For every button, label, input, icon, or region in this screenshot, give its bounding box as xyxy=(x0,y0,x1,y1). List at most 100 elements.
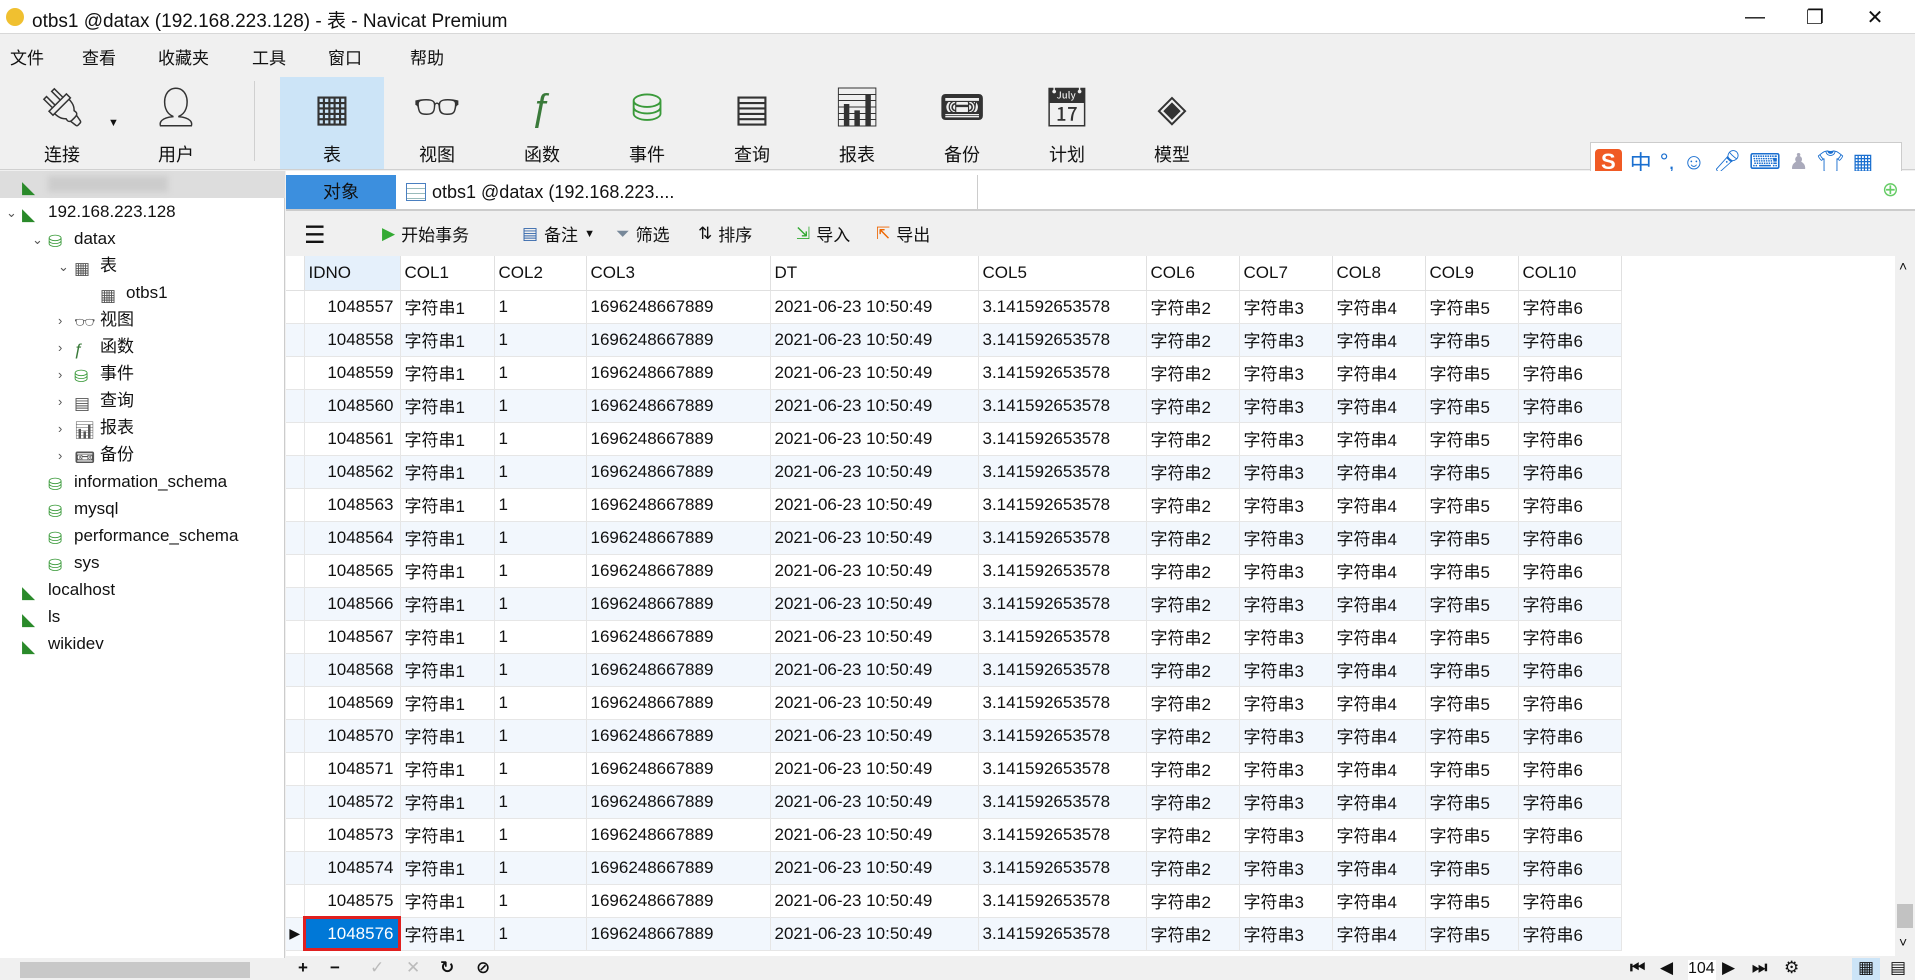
menu-0[interactable]: 文件 xyxy=(10,44,44,69)
table-cell[interactable]: 字符串5 xyxy=(1425,554,1519,588)
column-header[interactable]: IDNO xyxy=(304,256,401,291)
toolbar-view-button[interactable]: 👓︎ 视图 xyxy=(385,77,489,169)
table-cell[interactable]: 字符串6 xyxy=(1518,356,1622,390)
table-cell[interactable]: 字符串6 xyxy=(1518,521,1622,555)
row-marker[interactable] xyxy=(286,785,305,819)
table-cell[interactable]: 字符串4 xyxy=(1332,587,1426,621)
table-cell[interactable]: 字符串4 xyxy=(1332,917,1426,951)
table-cell[interactable]: 1048564 xyxy=(304,521,401,555)
table-cell[interactable]: 1696248667889 xyxy=(586,917,771,951)
column-header[interactable]: COL2 xyxy=(494,256,587,291)
table-cell[interactable]: 字符串1 xyxy=(400,752,495,786)
table-cell[interactable]: 字符串4 xyxy=(1332,785,1426,819)
first-page-icon[interactable]: ⏮ xyxy=(1630,958,1645,978)
table-cell[interactable]: 2021-06-23 10:50:49 xyxy=(770,323,979,357)
stop-icon[interactable]: ⊘ xyxy=(476,958,490,978)
table-cell[interactable]: 1696248667889 xyxy=(586,422,771,456)
table-cell[interactable]: 1048570 xyxy=(304,719,401,753)
table-cell[interactable]: 3.141592653578 xyxy=(978,323,1147,357)
dropdown-arrow-icon[interactable]: ▼ xyxy=(584,228,595,240)
table-cell[interactable]: 字符串3 xyxy=(1239,422,1333,456)
table-cell[interactable]: 字符串2 xyxy=(1146,389,1240,423)
table-cell[interactable]: 1696248667889 xyxy=(586,785,771,819)
table-cell[interactable]: 字符串1 xyxy=(400,719,495,753)
table-cell[interactable]: 1696248667889 xyxy=(586,851,771,885)
table-cell[interactable]: 字符串6 xyxy=(1518,818,1622,852)
table-cell[interactable]: 字符串5 xyxy=(1425,389,1519,423)
table-cell[interactable]: 字符串4 xyxy=(1332,719,1426,753)
chevron-right-icon[interactable]: › xyxy=(58,415,74,442)
last-page-icon[interactable]: ⏭ xyxy=(1752,958,1767,978)
row-marker[interactable] xyxy=(286,389,305,423)
table-cell[interactable]: 字符串5 xyxy=(1425,455,1519,489)
minimize-button[interactable]: — xyxy=(1725,0,1785,34)
table-cell[interactable]: 字符串2 xyxy=(1146,455,1240,489)
table-cell[interactable]: 字符串4 xyxy=(1332,653,1426,687)
table-row[interactable]: 1048558 字符串1 1 1696248667889 2021-06-23 10:5… xyxy=(286,323,1622,357)
row-marker[interactable] xyxy=(286,686,305,720)
column-header[interactable]: DT xyxy=(770,256,979,291)
toolbar-function-button[interactable]: ƒ 函数 xyxy=(490,77,594,169)
table-cell[interactable]: 字符串1 xyxy=(400,620,495,654)
table-cell[interactable]: 3.141592653578 xyxy=(978,917,1147,951)
table-cell[interactable]: 字符串4 xyxy=(1332,884,1426,918)
table-cell[interactable]: 字符串2 xyxy=(1146,323,1240,357)
page-input[interactable]: 104 xyxy=(1688,960,1716,980)
table-cell[interactable]: 字符串4 xyxy=(1332,851,1426,885)
table-cell[interactable]: 1 xyxy=(494,488,587,522)
scroll-thumb[interactable] xyxy=(1897,904,1913,928)
table-cell[interactable]: 字符串1 xyxy=(400,422,495,456)
table-cell[interactable]: 字符串1 xyxy=(400,356,495,390)
tree-item[interactable]: ◣ wikidev xyxy=(0,630,285,657)
table-cell[interactable]: 3.141592653578 xyxy=(978,290,1147,324)
tree-item[interactable]: › ƒ 函数 xyxy=(0,333,285,360)
table-cell[interactable]: 字符串5 xyxy=(1425,323,1519,357)
table-cell[interactable]: 字符串3 xyxy=(1239,290,1333,324)
row-marker[interactable] xyxy=(286,851,305,885)
export-button[interactable]: ⇱ 导出 xyxy=(876,221,930,246)
table-cell[interactable]: 字符串6 xyxy=(1518,752,1622,786)
table-cell[interactable]: 字符串3 xyxy=(1239,488,1333,522)
table-cell[interactable]: 字符串5 xyxy=(1425,686,1519,720)
table-cell[interactable]: 字符串1 xyxy=(400,554,495,588)
table-cell[interactable]: 3.141592653578 xyxy=(978,686,1147,720)
table-row[interactable]: 1048565 字符串1 1 1696248667889 2021-06-23 10:5… xyxy=(286,554,1622,588)
row-marker[interactable] xyxy=(286,752,305,786)
table-cell[interactable]: 字符串6 xyxy=(1518,620,1622,654)
table-cell[interactable]: 1 xyxy=(494,455,587,489)
table-row[interactable]: 1048562 字符串1 1 1696248667889 2021-06-23 10:5… xyxy=(286,455,1622,489)
table-cell[interactable]: 1696248667889 xyxy=(586,752,771,786)
chevron-right-icon[interactable]: › xyxy=(58,442,74,469)
table-cell[interactable]: 3.141592653578 xyxy=(978,818,1147,852)
table-row[interactable]: ▶ 1048576 字符串1 1 1696248667889 2021-06-23 10:… xyxy=(286,916,1622,951)
table-cell[interactable]: 字符串5 xyxy=(1425,521,1519,555)
table-cell[interactable]: 字符串1 xyxy=(400,785,495,819)
table-cell[interactable]: 字符串6 xyxy=(1518,719,1622,753)
prev-page-icon[interactable]: ◀ xyxy=(1660,958,1673,978)
table-cell[interactable]: 2021-06-23 10:50:49 xyxy=(770,554,979,588)
table-cell[interactable]: 字符串2 xyxy=(1146,290,1240,324)
table-cell[interactable]: 字符串5 xyxy=(1425,290,1519,324)
chevron-right-icon[interactable]: › xyxy=(58,334,74,361)
table-cell[interactable]: 字符串4 xyxy=(1332,488,1426,522)
table-cell[interactable]: 字符串2 xyxy=(1146,884,1240,918)
table-cell[interactable]: 2021-06-23 10:50:49 xyxy=(770,884,979,918)
table-cell[interactable]: 字符串5 xyxy=(1425,785,1519,819)
table-cell[interactable]: 字符串4 xyxy=(1332,521,1426,555)
table-cell[interactable]: 字符串6 xyxy=(1518,488,1622,522)
table-cell[interactable]: 字符串5 xyxy=(1425,653,1519,687)
import-button[interactable]: ⇲ 导入 xyxy=(796,221,850,246)
table-row[interactable]: 1048572 字符串1 1 1696248667889 2021-06-23 10:5… xyxy=(286,785,1622,819)
table-cell[interactable]: 字符串5 xyxy=(1425,851,1519,885)
chevron-down-icon[interactable]: ⌄ xyxy=(6,199,22,226)
table-cell[interactable]: 2021-06-23 10:50:49 xyxy=(770,455,979,489)
table-cell[interactable]: 字符串6 xyxy=(1518,851,1622,885)
table-cell[interactable]: 1048559 xyxy=(304,356,401,390)
toolbar-connection-button[interactable]: 🔌︎ 连接 xyxy=(10,77,114,169)
table-cell[interactable]: 字符串4 xyxy=(1332,620,1426,654)
toolbar-model-button[interactable]: ◈ 模型 xyxy=(1120,77,1224,169)
table-cell[interactable]: 1696248667889 xyxy=(586,356,771,390)
table-cell[interactable]: 1 xyxy=(494,686,587,720)
table-cell[interactable]: 1696248667889 xyxy=(586,818,771,852)
table-cell[interactable]: 1696248667889 xyxy=(586,323,771,357)
